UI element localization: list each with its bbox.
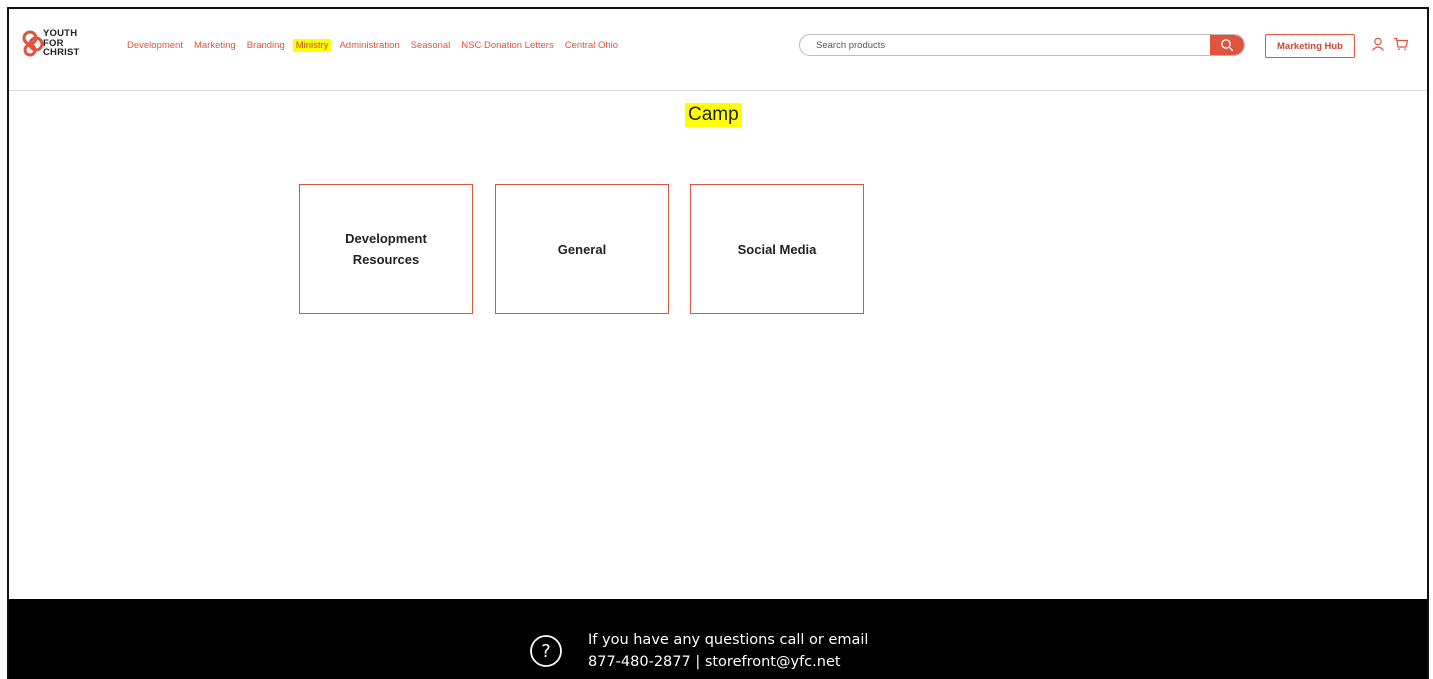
nav-item-administration[interactable]: Administration <box>336 39 402 52</box>
nav-item-development[interactable]: Development <box>124 39 186 52</box>
search-bar <box>799 34 1245 56</box>
nav-item-ministry[interactable]: Ministry <box>292 39 332 52</box>
nav-item-central-ohio[interactable]: Central Ohio <box>562 39 621 52</box>
category-card-general[interactable]: General <box>495 184 669 314</box>
main-nav: Development Marketing Branding Ministry … <box>124 39 626 52</box>
nav-item-branding[interactable]: Branding <box>244 39 288 52</box>
user-icon[interactable] <box>1371 37 1385 56</box>
logo-mark-icon <box>22 30 44 57</box>
nav-item-nsc-donation-letters[interactable]: NSC Donation Letters <box>458 39 556 52</box>
search-button[interactable] <box>1210 35 1244 55</box>
footer-line-1: If you have any questions call or email <box>588 632 869 648</box>
site-footer: ? If you have any questions call or emai… <box>9 599 1427 679</box>
logo-wordmark: YOUTH FOR CHRIST <box>43 29 80 58</box>
card-label: Social Media <box>737 241 817 257</box>
category-card-social-media[interactable]: Social Media <box>690 184 864 314</box>
marketing-hub-button[interactable]: Marketing Hub <box>1265 34 1355 58</box>
search-input[interactable] <box>800 35 1200 55</box>
svg-text:?: ? <box>541 641 551 662</box>
nav-item-marketing[interactable]: Marketing <box>191 39 239 52</box>
help-icon: ? <box>529 634 563 673</box>
category-card-development-resources[interactable]: Development Resources <box>299 184 473 314</box>
cart-icon[interactable] <box>1393 37 1409 56</box>
yfc-logo[interactable]: YOUTH FOR CHRIST <box>22 29 112 65</box>
footer-contact: If you have any questions call or email … <box>588 629 868 673</box>
page-title: Camp <box>685 103 742 127</box>
site-header: YOUTH FOR CHRIST Development Marketing B… <box>9 9 1427 91</box>
card-label: General <box>557 241 607 257</box>
footer-line-2[interactable]: 877-480-2877 | storefront@yfc.net <box>588 651 868 673</box>
card-label: Development Resources <box>345 231 427 267</box>
page-frame: YOUTH FOR CHRIST Development Marketing B… <box>7 7 1429 679</box>
nav-item-seasonal[interactable]: Seasonal <box>408 39 454 52</box>
search-icon <box>1221 39 1234 52</box>
logo-line-3: CHRIST <box>43 47 80 58</box>
